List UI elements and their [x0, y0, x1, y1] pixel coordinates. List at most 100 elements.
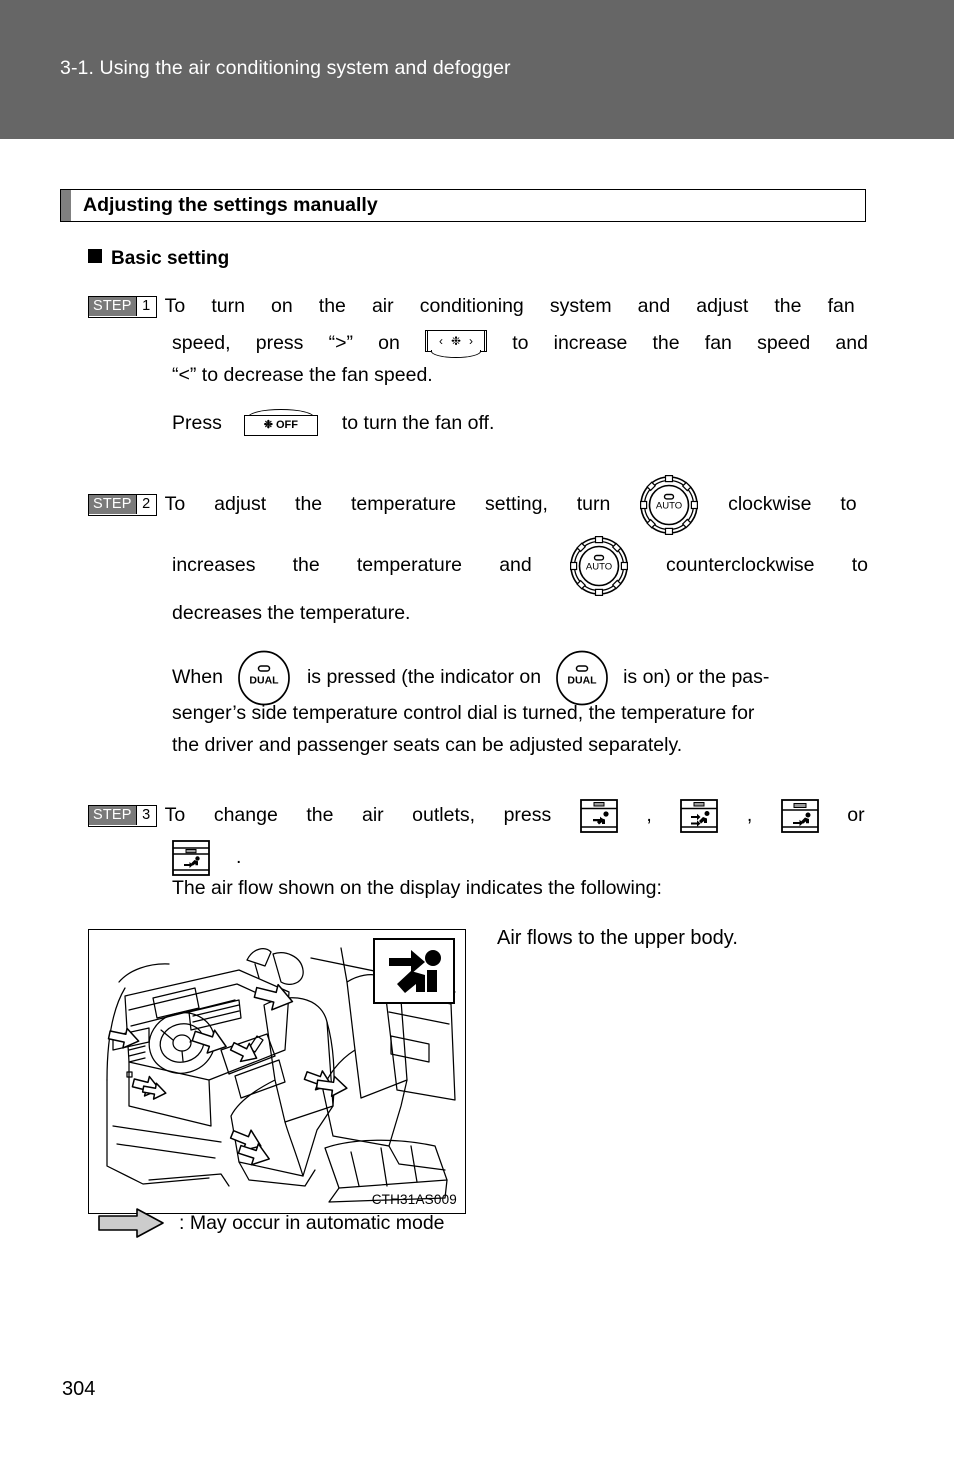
step2-line3: decreases the temperature.: [172, 602, 411, 624]
step-3-badge-word: STEP: [89, 806, 136, 826]
illustration-code: CTH31AS009: [371, 1192, 457, 1207]
step3-line3: The air flow shown on the display indica…: [172, 877, 662, 899]
step2-l1-w4: temperature: [351, 493, 457, 516]
svg-text:AUTO: AUTO: [586, 562, 612, 573]
step3-l1-w5: outlets,: [412, 804, 476, 827]
fan-off-body: ❉ OFF: [243, 415, 318, 436]
illustration-mode-icon-box: [373, 938, 455, 1004]
step1-l2-w2: press: [255, 332, 304, 355]
airflow-mode-upper-and-feet-icon[interactable]: [680, 799, 719, 833]
step3-comma-2: ,: [746, 804, 753, 827]
step1-l1-w7: system: [549, 295, 612, 318]
chevron-left-icon: ‹: [438, 333, 443, 348]
step1-l2-w7: the: [652, 332, 680, 355]
step-2-badge-number: 2: [135, 495, 156, 515]
step2-l2-w4: and: [499, 554, 532, 577]
step-1-badge-word: STEP: [89, 297, 136, 317]
step1-press-word: Press: [172, 412, 222, 435]
step1-line3: “<” to decrease the fan speed.: [172, 364, 433, 386]
step1-l1-w10: the: [774, 295, 802, 318]
legend-text: : May occur in automatic mode: [179, 1211, 445, 1234]
fan-icon: ❉: [263, 419, 273, 431]
page-number: 304: [62, 1378, 96, 1400]
step1-l1-w5: air: [371, 295, 394, 318]
step1-l2-w6: increase: [553, 332, 628, 355]
step2-l2-w2: the: [292, 554, 320, 577]
step2-l1-w8: to: [840, 493, 857, 516]
step2-note-mid: is pressed (the indicator on: [306, 666, 542, 689]
step1-l1-w8: and: [637, 295, 671, 318]
step1-l1-w6: conditioning: [419, 295, 524, 318]
step3-l1-w1: To: [164, 804, 186, 827]
step3-l1-w4: air: [361, 804, 384, 827]
airflow-mode-feet-icon[interactable]: [780, 799, 819, 833]
rocker-glyph-row: ‹ ❉ ›: [425, 330, 487, 352]
step-1-badge: STEP 1: [88, 296, 157, 318]
step1-l1-w1: To: [164, 295, 186, 318]
step1-l1-w9: adjust: [696, 295, 749, 318]
step-1-badge-number: 1: [135, 297, 156, 317]
step1-line4-tail: to turn the fan off.: [341, 412, 495, 435]
svg-text:DUAL: DUAL: [567, 675, 597, 687]
svg-text:AUTO: AUTO: [656, 501, 682, 512]
step2-note-when: When: [172, 666, 223, 689]
step2-l1-w6: turn: [576, 493, 611, 516]
dual-climate-button-icon[interactable]: DUAL: [237, 650, 291, 706]
step3-period: .: [236, 846, 242, 869]
step-3-badge: STEP 3: [88, 805, 157, 827]
subsection-heading-label: Basic setting: [111, 248, 230, 269]
step2-l1-w7: clockwise: [728, 493, 812, 516]
airflow-mode-upper-body-icon[interactable]: [579, 799, 618, 833]
step3-l1-w3: the: [306, 804, 334, 827]
fan-icon: ❉: [450, 333, 462, 348]
step2-note-line2: senger’s side temperature control dial i…: [172, 702, 755, 724]
step2-l1-w3: the: [295, 493, 323, 516]
step2-l1-w5: setting,: [485, 493, 548, 516]
step1-l1-w11: fan: [827, 295, 855, 318]
step1-l2-w9: speed: [757, 332, 811, 355]
fan-off-label: OFF: [275, 419, 298, 431]
step1-l2-w10: and: [835, 332, 868, 355]
step-2-badge-word: STEP: [89, 495, 136, 515]
step1-l2-w1: speed,: [172, 332, 231, 355]
step2-note-line3: the driver and passenger seats can be ad…: [172, 734, 683, 756]
step2-l2-w5: counterclockwise: [666, 554, 815, 577]
auto-temperature-dial-icon[interactable]: AUTO: [639, 474, 699, 536]
step1-l2-w5: to: [512, 332, 529, 355]
airflow-mode-feet-and-defog-icon[interactable]: [172, 840, 210, 876]
section-title-box: Adjusting the settings manually: [60, 189, 866, 222]
step2-l2-w6: to: [851, 554, 868, 577]
step2-note-tail: is on) or the pas-: [623, 666, 770, 689]
filled-square-icon: [88, 249, 102, 263]
step3-or-word: or: [847, 804, 865, 827]
illustration-caption: Air flows to the upper body.: [497, 927, 738, 949]
section-title: Adjusting the settings manually: [83, 194, 378, 216]
chevron-right-icon: ›: [469, 333, 474, 348]
fan-speed-rocker-icon[interactable]: ‹ ❉ ›: [425, 329, 488, 359]
step3-l1-w2: change: [213, 804, 278, 827]
step1-l1-w3: on: [271, 295, 293, 318]
dual-climate-button-icon[interactable]: DUAL: [555, 650, 609, 706]
step2-l2-w3: temperature: [356, 554, 463, 577]
section-accent-tab: [61, 190, 71, 221]
step2-l2-w1: increases: [172, 554, 256, 577]
svg-text:DUAL: DUAL: [249, 675, 279, 687]
step1-l1-w2: turn: [211, 295, 245, 318]
step2-l1-w1: To: [164, 493, 186, 516]
step-2-badge: STEP 2: [88, 494, 157, 516]
gray-block-arrow-icon: [98, 1208, 164, 1238]
auto-temperature-dial-icon[interactable]: AUTO: [569, 535, 629, 597]
step1-l2-w8: fan: [704, 332, 732, 355]
chapter-title: 3-1. Using the air conditioning system a…: [60, 57, 511, 79]
step2-l1-w2: adjust: [214, 493, 267, 516]
subsection-heading: Basic setting: [88, 248, 229, 270]
step-3-badge-number: 3: [135, 806, 156, 826]
step1-l2-w4: on: [378, 332, 400, 355]
fan-off-button-icon[interactable]: ❉ OFF: [243, 409, 318, 439]
step1-l2-w3: “>”: [328, 332, 353, 355]
step3-l1-w6: press: [503, 804, 552, 827]
airflow-upper-body-person-icon: [389, 950, 441, 993]
step3-comma-1: ,: [646, 804, 652, 827]
cabin-airflow-illustration: CTH31AS009: [88, 929, 466, 1214]
step1-l1-w4: the: [318, 295, 346, 318]
